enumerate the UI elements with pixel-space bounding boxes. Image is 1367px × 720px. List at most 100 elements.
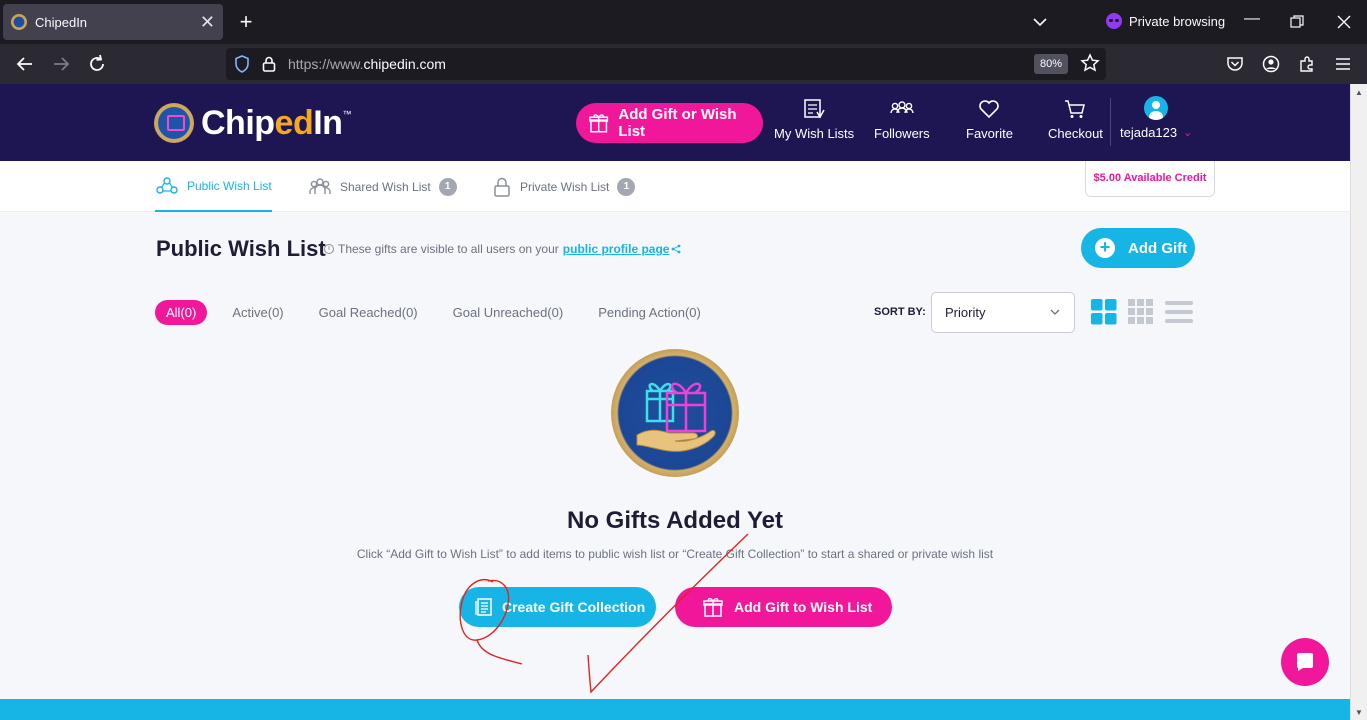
add-gift-to-wish-list-button[interactable]: Add Gift to Wish List <box>675 587 892 627</box>
private-browsing-indicator: Private browsing <box>1106 13 1225 29</box>
visibility-info-text: These gifts are visible to all users on … <box>338 242 559 256</box>
browser-nav-bar: https://www.chipedin.com 80% <box>0 44 1367 84</box>
available-credit-badge[interactable]: $5.00 Available Credit <box>1085 161 1215 197</box>
username: tejada123 <box>1120 125 1178 140</box>
nav-favorite[interactable]: Favorite <box>966 98 1013 141</box>
user-avatar-icon <box>1144 96 1169 120</box>
shared-count-badge: 1 <box>438 177 457 196</box>
filter-all[interactable]: All(0) <box>155 300 208 325</box>
user-menu[interactable]: tejada123 ⌄ <box>1120 96 1192 140</box>
browser-tab-bar: ChipedIn ✕ + Private browsing — <box>0 0 1367 44</box>
shared-list-icon <box>309 177 331 194</box>
tab-shared-wish-list[interactable]: Shared Wish List 1 <box>308 161 457 212</box>
status-filters: All(0) Active(0) Goal Reached(0) Goal Un… <box>155 300 736 325</box>
site-favicon-icon <box>11 14 27 30</box>
heart-icon <box>979 100 1000 119</box>
browser-tab[interactable]: ChipedIn ✕ <box>3 4 223 40</box>
chat-launcher-button[interactable] <box>1281 638 1329 686</box>
nav-checkout-label: Checkout <box>1048 126 1103 141</box>
chat-bubble-icon <box>1296 653 1313 671</box>
followers-icon <box>890 101 914 114</box>
logo-trademark: ™ <box>342 109 352 119</box>
footer-band <box>0 699 1350 720</box>
nav-followers-label: Followers <box>874 126 930 141</box>
gift-hand-illustration-icon <box>636 382 716 452</box>
create-gift-collection-button[interactable]: Create Gift Collection <box>459 587 656 627</box>
bookmark-star-icon[interactable] <box>1080 53 1100 73</box>
page-title: Public Wish List <box>156 236 326 261</box>
empty-state-gift-illustration <box>611 349 739 477</box>
sort-select-value: Priority <box>945 305 986 320</box>
chevron-down-icon <box>1050 309 1060 315</box>
add-gift-or-wishlist-button[interactable]: Add Gift or Wish List <box>576 103 763 143</box>
private-count-badge: 1 <box>617 177 636 196</box>
tab-public-wish-list[interactable]: Public Wish List <box>155 161 272 212</box>
restore-window-icon[interactable] <box>1290 15 1304 29</box>
filter-goal-unreached[interactable]: Goal Unreached(0) <box>453 305 564 320</box>
lock-icon <box>494 177 510 197</box>
empty-state-title: No Gifts Added Yet <box>566 507 784 534</box>
reload-icon[interactable] <box>86 53 108 75</box>
add-gift-label: Add Gift <box>1128 239 1188 257</box>
filter-active[interactable]: Active(0) <box>232 305 283 320</box>
logo-text: ChipedIn <box>201 103 343 142</box>
header-divider <box>1110 98 1111 146</box>
filter-pending-action[interactable]: Pending Action(0) <box>598 305 701 320</box>
public-profile-link[interactable]: public profile page <box>563 242 670 256</box>
large-grid-view-icon[interactable] <box>1091 299 1117 325</box>
nav-my-wish-lists[interactable]: My Wish Lists <box>774 98 854 141</box>
visibility-info: i These gifts are visible to all users o… <box>324 242 681 256</box>
forward-arrow-icon[interactable] <box>50 53 72 75</box>
sort-select[interactable]: Priority <box>931 292 1075 333</box>
list-all-tabs-chevron-icon[interactable] <box>1030 12 1050 32</box>
tab-close-icon[interactable]: ✕ <box>200 13 215 31</box>
zoom-level-badge[interactable]: 80% <box>1034 54 1069 74</box>
gift-icon <box>589 114 609 133</box>
tab-title: ChipedIn <box>35 14 88 30</box>
info-icon: i <box>324 244 334 254</box>
nav-favorite-label: Favorite <box>966 126 1013 141</box>
nav-followers[interactable]: Followers <box>874 98 930 141</box>
user-menu-chevron-icon: ⌄ <box>1183 127 1193 139</box>
add-gift-to-wish-list-label: Add Gift to Wish List <box>734 599 873 615</box>
page-scrollbar[interactable]: ▲ ▼ <box>1350 84 1367 720</box>
nav-checkout[interactable]: Checkout <box>1048 98 1103 141</box>
cart-icon <box>1065 100 1086 118</box>
close-window-icon[interactable] <box>1337 15 1351 29</box>
lock-icon[interactable] <box>262 55 276 73</box>
wishlist-document-icon <box>804 99 825 119</box>
private-browsing-label: Private browsing <box>1129 13 1226 29</box>
empty-state-description: Click “Add Gift to Wish List” to add ite… <box>356 547 994 561</box>
url-text[interactable]: https://www.chipedin.com <box>288 56 446 72</box>
tab-private-wish-list[interactable]: Private Wish List 1 <box>492 161 636 212</box>
logo-badge-icon <box>154 103 194 143</box>
collection-document-icon <box>475 598 492 616</box>
list-view-icon[interactable] <box>1165 301 1193 323</box>
add-gift-button[interactable]: + Add Gift <box>1081 228 1195 268</box>
create-gift-collection-label: Create Gift Collection <box>502 599 646 615</box>
private-mask-icon <box>1106 13 1122 29</box>
gift-icon <box>703 598 723 617</box>
site-header: ChipedIn ™ Add Gift or Wish List My Wish… <box>0 84 1350 161</box>
add-gift-or-wishlist-label: Add Gift or Wish List <box>618 106 737 140</box>
menu-hamburger-icon[interactable] <box>1334 55 1352 73</box>
minimize-window-icon[interactable]: — <box>1241 10 1263 28</box>
tracking-protection-shield-icon[interactable] <box>234 55 250 73</box>
nav-my-wish-lists-label: My Wish Lists <box>774 126 855 141</box>
account-icon[interactable] <box>1262 55 1280 73</box>
extensions-icon[interactable] <box>1298 55 1316 73</box>
tab-public-label: Public Wish List <box>187 178 272 193</box>
share-icon[interactable] <box>671 244 681 254</box>
chipedin-logo[interactable]: ChipedIn ™ <box>154 103 351 143</box>
scroll-down-arrow-icon[interactable]: ▼ <box>1355 708 1363 717</box>
small-grid-view-icon[interactable] <box>1128 299 1153 324</box>
tab-shared-label: Shared Wish List <box>340 179 431 194</box>
tab-private-label: Private Wish List <box>520 179 610 194</box>
back-arrow-icon[interactable] <box>14 53 36 75</box>
address-bar[interactable]: https://www.chipedin.com 80% <box>226 48 1106 80</box>
plus-icon: + <box>1095 238 1115 258</box>
new-tab-button[interactable]: + <box>234 9 258 35</box>
pocket-icon[interactable] <box>1226 55 1244 73</box>
scroll-up-arrow-icon[interactable]: ▲ <box>1355 88 1363 97</box>
filter-goal-reached[interactable]: Goal Reached(0) <box>319 305 418 320</box>
